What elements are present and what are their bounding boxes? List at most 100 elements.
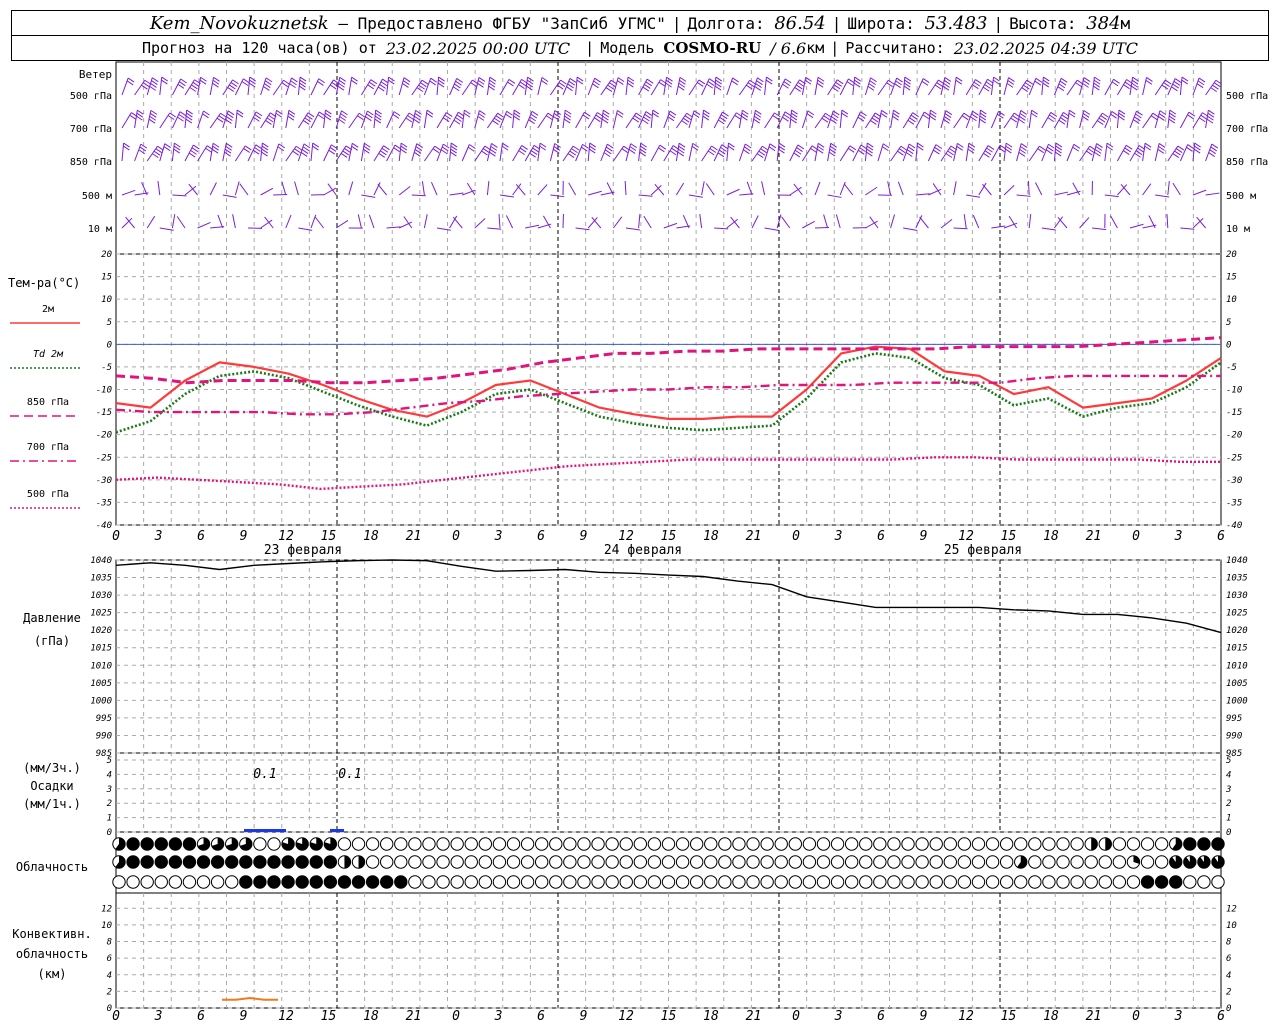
wind-barb: [272, 143, 280, 162]
conv-ytick-right: 12: [1226, 904, 1237, 914]
wind-barb: [1028, 214, 1032, 229]
wind-barb: [1192, 77, 1200, 96]
cloud-symbol: [830, 875, 845, 889]
pressure-ytick-right: 1000: [1226, 696, 1248, 706]
cloud-symbol: [859, 875, 873, 889]
wind-barb-feather: [177, 83, 185, 89]
cloud-fill: [380, 875, 393, 889]
cloud-fill: [267, 855, 281, 869]
wind-barb-feather: [1072, 146, 1079, 152]
wind-barb-feather: [263, 86, 270, 91]
temp-ytick-left: -30: [96, 476, 112, 486]
wind-barb-feather: [227, 87, 234, 92]
wind-barb-feather: [1164, 79, 1172, 85]
cloud-symbol: [732, 875, 746, 889]
wind-barb-feather: [340, 113, 347, 119]
cloud-symbol: [718, 855, 732, 869]
cloud-symbol: [1197, 875, 1211, 889]
wind-barb-feather: [1171, 86, 1178, 92]
wind-barb-feather: [566, 86, 573, 92]
wind-barb-feather: [605, 146, 613, 152]
wind-barb: [852, 144, 862, 162]
wind-level-label-right: 700 гПа: [1226, 124, 1268, 135]
wind-barb-feather: [644, 113, 651, 119]
wind-barb: [171, 78, 182, 96]
cloud-symbol: [422, 855, 436, 869]
wind-barb: [159, 77, 163, 96]
conv-ytick-right: 4: [1226, 971, 1231, 981]
wind-barb: [982, 183, 992, 196]
wind-barb-feather: [757, 77, 764, 83]
wind-barb-feather: [402, 83, 409, 88]
wind-barb-feather: [317, 81, 324, 86]
temp-ytick-right: -15: [1226, 408, 1242, 418]
wind-barb-feather: [380, 81, 388, 87]
precip-bar: [330, 829, 344, 832]
cloud-fill: [352, 875, 365, 889]
wind-barb: [1116, 110, 1120, 129]
cloud-symbol: [1098, 855, 1112, 869]
wind-barb: [814, 77, 819, 96]
wind-barb-feather: [151, 80, 158, 86]
wind-barb-feather: [641, 119, 649, 125]
wind-barb: [449, 192, 464, 196]
wind-barb-feather: [179, 81, 186, 87]
cloud-fill: [1155, 875, 1168, 889]
wind-barb: [314, 216, 324, 229]
conv-hour-tick-label: 12: [618, 1009, 634, 1024]
cloud-fill: [310, 875, 323, 889]
wind-barb-feather: [203, 110, 210, 116]
cloud-symbol: [760, 837, 774, 851]
wind-barb-feather: [300, 152, 308, 157]
cloud-symbol: [380, 855, 394, 869]
wind-barb: [990, 111, 999, 129]
temp-hour-tick-label: 18: [363, 529, 379, 544]
wind-barb-feather: [772, 114, 780, 120]
cloud-symbol: [675, 875, 690, 889]
pressure-ytick-right: 1010: [1226, 661, 1248, 671]
wind-barb-feather: [731, 80, 738, 86]
wind-barb-feather: [368, 81, 376, 87]
temp-hour-tick-label: 12: [958, 529, 974, 544]
wind-barb-feather: [264, 80, 272, 86]
wind-barb-feather: [708, 78, 716, 84]
wind-barb: [638, 194, 653, 197]
cloud-symbol: [957, 875, 972, 889]
cloud-symbol: [520, 875, 535, 889]
cloud-symbol: [971, 837, 986, 851]
wind-barb-feather: [744, 143, 752, 149]
wind-barb-feather: [179, 111, 187, 117]
wind-barb-feather: [1010, 117, 1018, 123]
wind-barb-feather: [1026, 79, 1034, 85]
wind-barb-feather: [163, 146, 171, 151]
cloud-symbol: [802, 837, 817, 851]
cloud-symbol: [492, 837, 507, 851]
wind-barb: [512, 145, 523, 162]
wind-barb-feather: [961, 115, 969, 121]
wind-barb-feather: [294, 148, 301, 154]
wind-barb-feather: [218, 115, 226, 121]
cloud-symbol: [929, 837, 943, 851]
cloud-symbol: [253, 837, 267, 851]
wind-barb-feather: [722, 111, 729, 117]
precip-ytick-right: 2: [1226, 799, 1231, 809]
wind-barb-feather: [421, 79, 429, 85]
wind-barb: [877, 143, 884, 162]
wind-barb: [1028, 110, 1033, 129]
wind-barb: [1104, 143, 1108, 162]
cloud-symbol: [563, 837, 577, 851]
cloud-symbol: [450, 875, 464, 889]
wind-barb-feather: [783, 81, 791, 86]
cloud-fill: [140, 855, 154, 869]
wind-barb-feather: [810, 147, 817, 153]
wind-barb-feather: [415, 146, 423, 151]
cloud-symbol: [689, 837, 704, 851]
wind-barb-feather: [1209, 149, 1216, 155]
wind-barb: [197, 221, 211, 229]
wind-barb-feather: [835, 81, 842, 87]
cloud-symbol: [957, 837, 972, 851]
wind-barb-feather: [1057, 86, 1065, 92]
wind-barb: [260, 77, 267, 96]
cloud-symbol: [450, 837, 464, 851]
temp-hour-tick-label: 12: [618, 529, 634, 544]
